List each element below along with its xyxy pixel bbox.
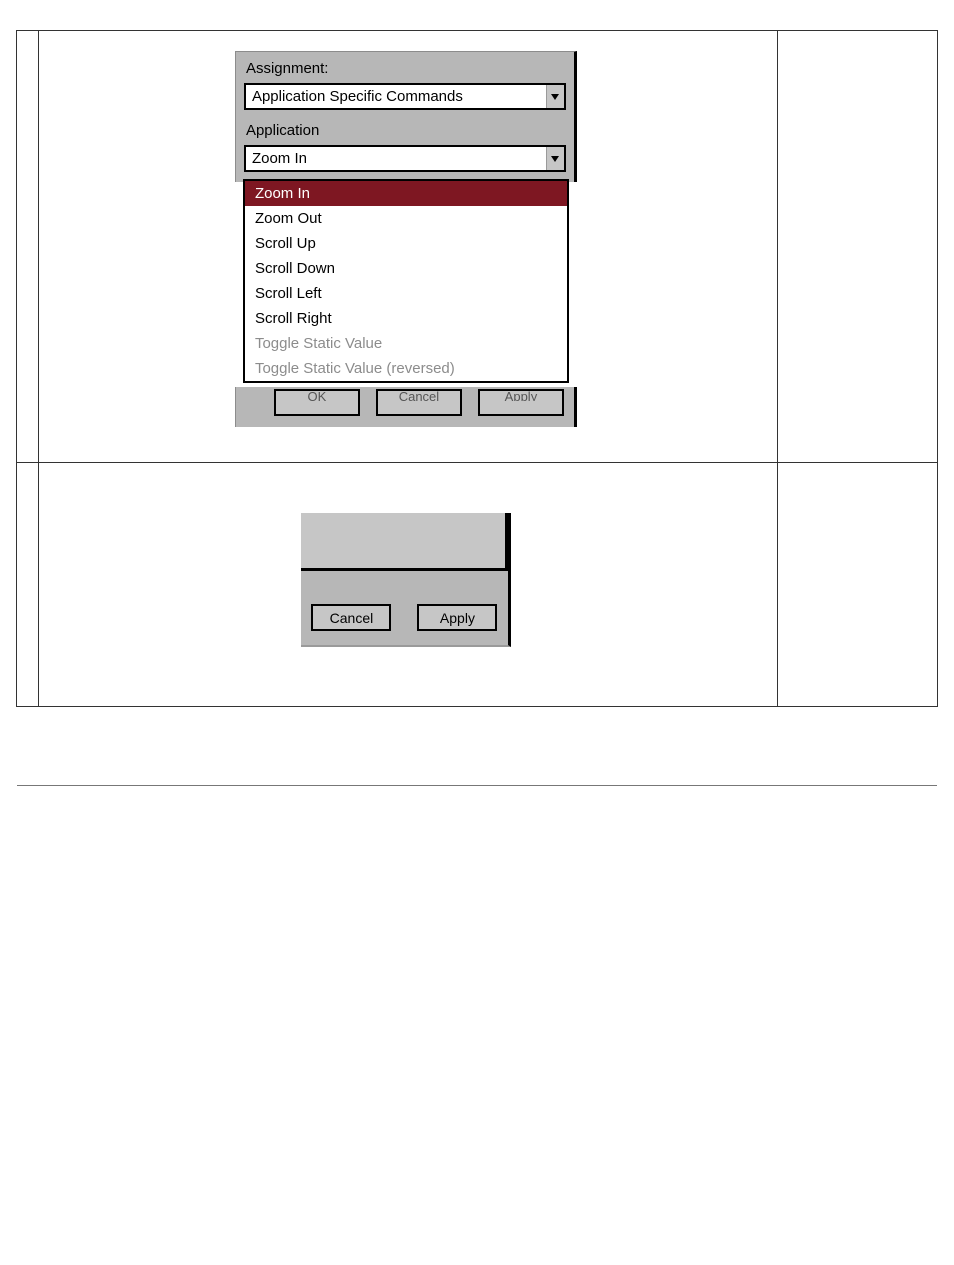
ok-button[interactable]: OK bbox=[274, 389, 360, 416]
application-combo[interactable]: Zoom In bbox=[244, 145, 566, 172]
application-combo-text: Zoom In bbox=[246, 147, 546, 170]
dialog-button-row: OK Cancel Apply bbox=[235, 387, 577, 427]
list-item: Toggle Static Value bbox=[245, 331, 567, 356]
assignment-combo-text: Application Specific Commands bbox=[246, 85, 546, 108]
assignment-combo[interactable]: Application Specific Commands bbox=[244, 83, 566, 110]
list-item[interactable]: Zoom Out bbox=[245, 206, 567, 231]
list-item[interactable]: Scroll Left bbox=[245, 281, 567, 306]
assignment-dialog: Assignment: Application Specific Command… bbox=[235, 51, 577, 439]
inner-frame bbox=[301, 513, 508, 571]
application-label: Application bbox=[244, 122, 566, 145]
cancel-button[interactable]: Cancel bbox=[376, 389, 462, 416]
empty-cell bbox=[778, 463, 938, 707]
cancel-button[interactable]: Cancel bbox=[311, 604, 391, 631]
list-item[interactable]: Scroll Up bbox=[245, 231, 567, 256]
dialog-button-row: Cancel Apply bbox=[301, 604, 508, 631]
application-dropdown-list[interactable]: Zoom InZoom OutScroll UpScroll DownScrol… bbox=[243, 179, 569, 383]
figure-cell-2: Cancel Apply bbox=[38, 463, 777, 707]
chevron-down-icon[interactable] bbox=[546, 85, 564, 108]
dialog-body: Assignment: Application Specific Command… bbox=[235, 51, 577, 182]
assignment-label: Assignment: bbox=[244, 60, 566, 83]
chevron-down-icon[interactable] bbox=[546, 147, 564, 170]
footer-divider bbox=[17, 785, 937, 786]
list-item: Toggle Static Value (reversed) bbox=[245, 356, 567, 381]
apply-button[interactable]: Apply bbox=[478, 389, 564, 416]
empty-cell bbox=[17, 31, 39, 463]
figure-cell-1: Assignment: Application Specific Command… bbox=[38, 31, 777, 463]
empty-cell bbox=[778, 31, 938, 463]
list-item[interactable]: Scroll Down bbox=[245, 256, 567, 281]
empty-cell bbox=[17, 463, 39, 707]
apply-button[interactable]: Apply bbox=[417, 604, 497, 631]
dialog-fragment: Cancel Apply bbox=[301, 513, 511, 647]
list-item[interactable]: Zoom In bbox=[245, 181, 567, 206]
list-item[interactable]: Scroll Right bbox=[245, 306, 567, 331]
doc-layout-table: Assignment: Application Specific Command… bbox=[16, 30, 938, 707]
